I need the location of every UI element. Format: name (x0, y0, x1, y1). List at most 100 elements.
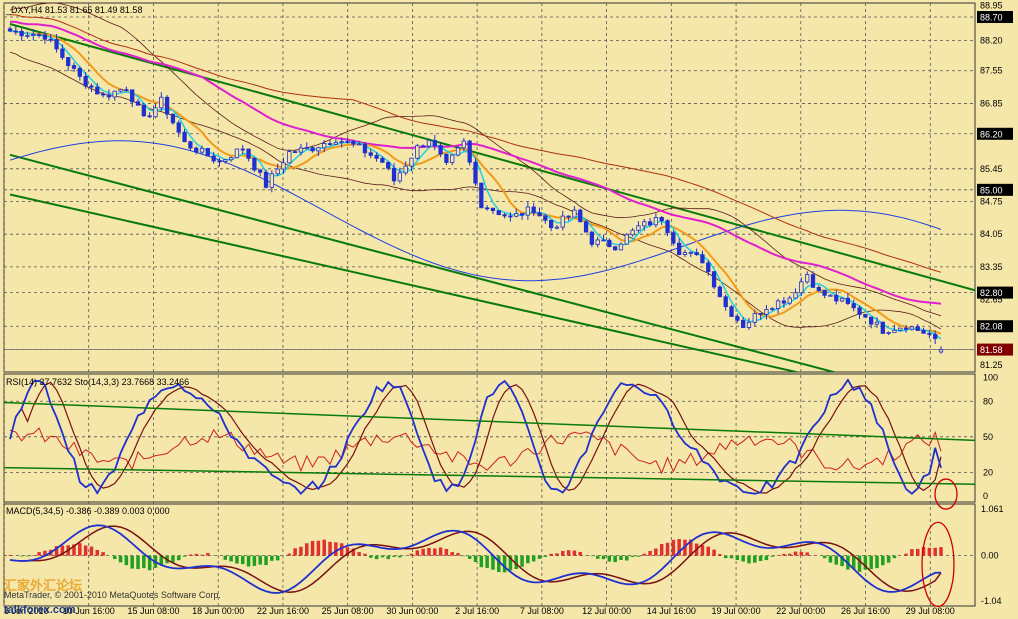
macd-histogram-bar (665, 542, 670, 556)
candle-body (636, 225, 641, 231)
macd-histogram-bar (613, 555, 617, 563)
macd-histogram-bar (526, 555, 530, 564)
price-tick-label: 88.95 (980, 0, 1003, 10)
candle-body (473, 161, 478, 184)
candle-body (124, 89, 129, 91)
candle-body (246, 148, 251, 159)
candle-body (368, 152, 373, 156)
candle-body (42, 34, 48, 40)
macd-histogram-bar (89, 546, 94, 556)
price-highlight-label: 81.58 (980, 345, 1003, 355)
candle-body (95, 86, 100, 95)
candle-body (316, 147, 321, 152)
candle-body (938, 349, 944, 353)
macd-histogram-bar (764, 555, 769, 561)
macd-histogram-bar (485, 555, 489, 568)
macd-histogram-bar (625, 555, 629, 561)
candle-body (543, 215, 548, 221)
candle-body (83, 76, 88, 87)
price-tick-label: 85.45 (980, 164, 1003, 174)
candle-body (426, 139, 432, 147)
candle-body (432, 139, 437, 146)
candle-body (287, 151, 292, 164)
rsi-level-label: 0 (983, 491, 988, 501)
candle-body (933, 333, 938, 340)
candle-body (450, 154, 455, 163)
candle-body (781, 300, 787, 304)
candle-body (700, 254, 705, 264)
rsi-level-label: 80 (983, 396, 993, 406)
candle-body (106, 94, 112, 98)
candle-body (269, 173, 274, 188)
macd-histogram-bar (386, 555, 390, 560)
macd-histogram-bar (654, 548, 658, 556)
candle-body (886, 332, 891, 334)
macd-histogram-bar (520, 555, 524, 567)
candle-body (234, 148, 240, 159)
candle-body (706, 262, 711, 273)
candle-body (525, 206, 531, 216)
macd-histogram-bar (700, 544, 705, 556)
macd-histogram-bar (421, 548, 425, 556)
candle-body (805, 274, 810, 283)
candle-body (741, 319, 746, 328)
macd-histogram-bar (83, 545, 88, 556)
price-tick-label: 86.85 (980, 98, 1003, 108)
candle-body (892, 329, 897, 333)
x-tick-label: 7 Jul 08:00 (520, 606, 564, 616)
candle-body (258, 169, 263, 173)
macd-histogram-bar (25, 555, 30, 557)
macd-histogram-bar (363, 553, 367, 556)
macd-histogram-bar (264, 555, 268, 566)
candle-body (857, 307, 862, 315)
candle-body (775, 300, 781, 309)
candle-body (292, 151, 298, 154)
candle-body (659, 217, 664, 222)
macd-histogram-bar (671, 539, 676, 556)
candle-body (502, 214, 507, 217)
macd-histogram-bar (735, 555, 740, 560)
candle-body (863, 313, 868, 318)
candle-body (159, 96, 164, 109)
candle-body (723, 296, 728, 308)
candle-body (60, 48, 65, 58)
x-tick-label: 22 Jul 00:00 (776, 606, 825, 616)
macd-histogram-bar (822, 555, 827, 559)
macd-histogram-bar (171, 555, 175, 563)
candle-body (339, 141, 344, 143)
candle-body (380, 157, 385, 163)
macd-histogram-bar (828, 555, 833, 563)
macd-histogram-bar (747, 555, 751, 564)
candle-body (281, 162, 286, 170)
candle-body (397, 172, 403, 182)
watermark-site: talkforex.com (4, 604, 76, 616)
candle-body (595, 239, 600, 245)
price-tick-label: 81.25 (980, 360, 1003, 370)
candle-body (484, 207, 490, 210)
macd-histogram-bar (566, 550, 571, 556)
candle-body (880, 321, 885, 334)
macd-histogram-bar (857, 555, 862, 572)
candle-body (869, 316, 874, 325)
macd-histogram-bar (200, 554, 204, 556)
candle-body (834, 294, 839, 302)
candle-body (455, 147, 461, 156)
candle-body (223, 159, 228, 162)
candle-body (77, 67, 82, 77)
candle-body (845, 297, 851, 305)
candle-body (66, 57, 71, 66)
candle-body (135, 101, 141, 106)
macd-histogram-bar (595, 555, 600, 559)
candle-body (578, 209, 583, 223)
macd-histogram-bar (473, 555, 478, 563)
candle-body (758, 313, 763, 315)
macd-histogram-bar (136, 555, 140, 570)
candle-body (816, 286, 821, 291)
macd-histogram-bar (188, 554, 193, 556)
macd-histogram-bar (229, 555, 233, 562)
macd-histogram-bar (875, 555, 879, 569)
candle-body (653, 217, 659, 226)
macd-histogram-bar (130, 555, 134, 569)
macd-histogram-bar (270, 555, 274, 561)
candle-body (810, 274, 816, 288)
